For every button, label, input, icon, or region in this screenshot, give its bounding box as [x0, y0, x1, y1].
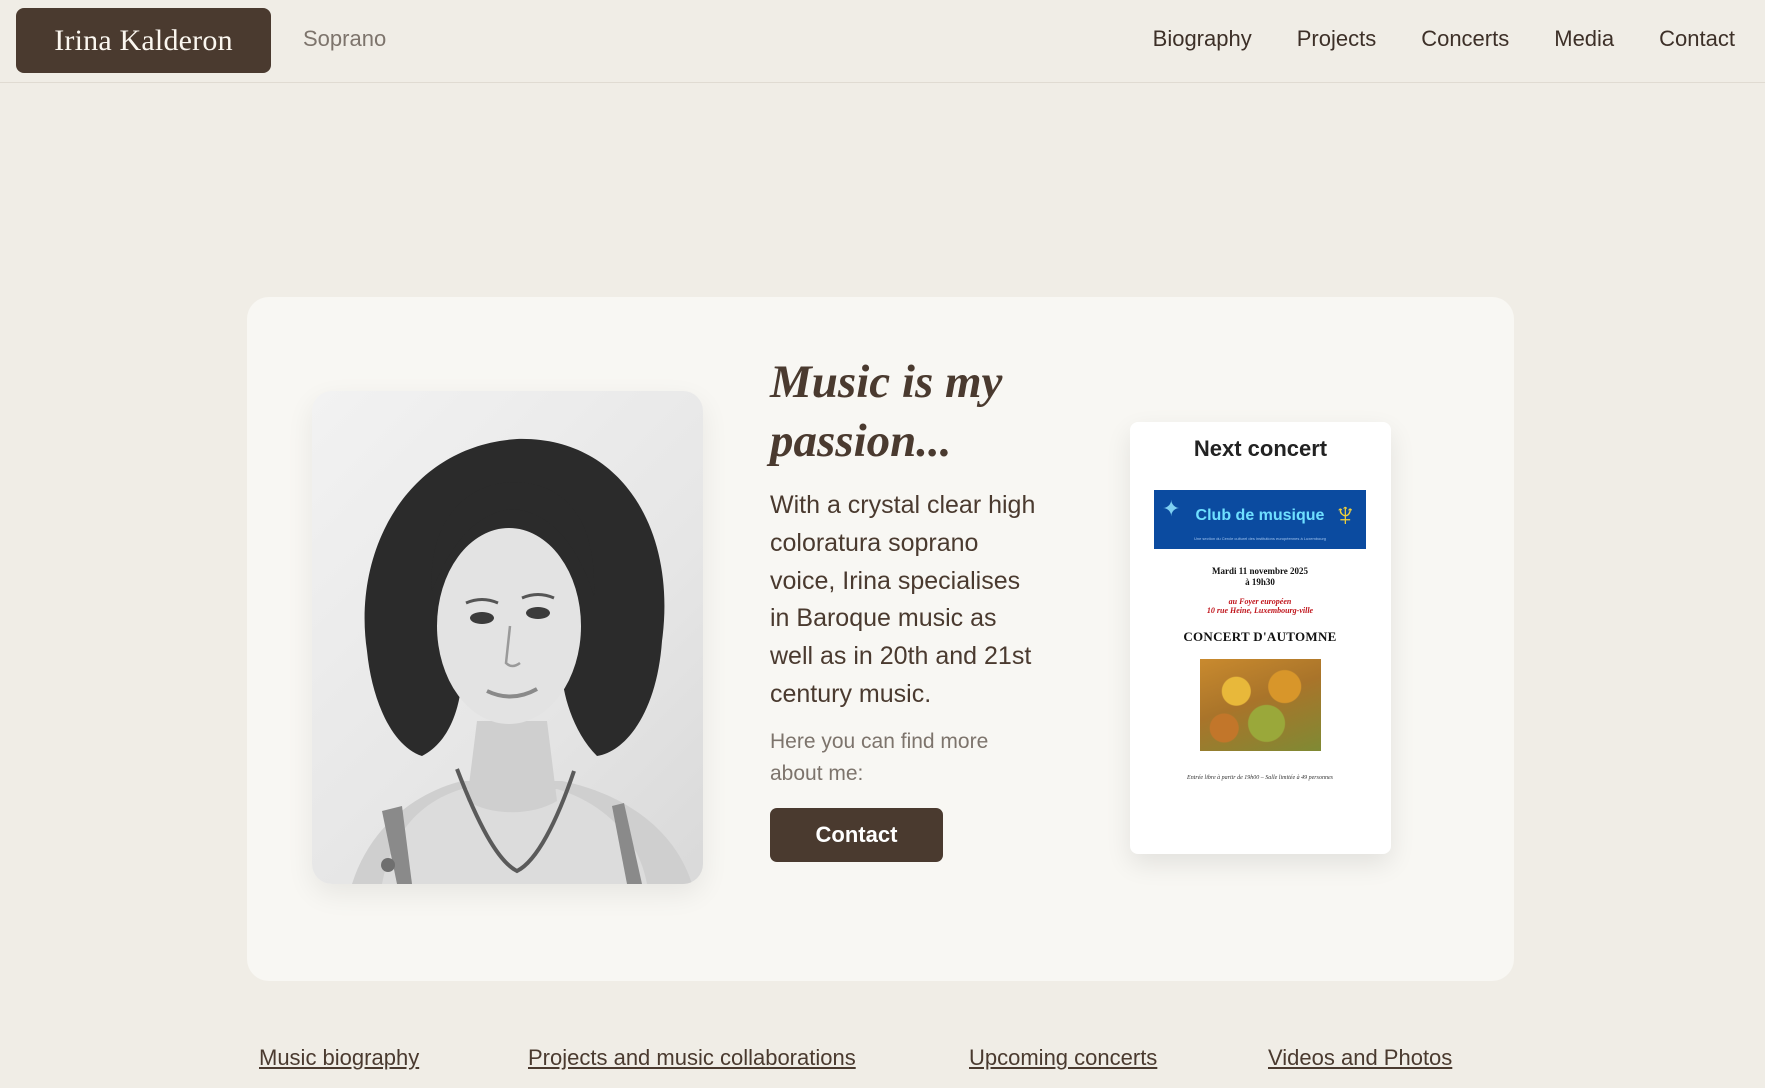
hero-text: Music is my passion... With a crystal cl…: [770, 353, 1040, 862]
bird-icon: ✦: [1162, 496, 1181, 521]
hero-card: Music is my passion... With a crystal cl…: [247, 297, 1514, 981]
hero-headline: Music is my passion...: [770, 356, 1003, 467]
nav-media[interactable]: Media: [1554, 26, 1614, 52]
flyer-date: Mardi 11 novembre 2025 à 19h30: [1211, 566, 1309, 587]
link-videos-photos[interactable]: Videos and Photos: [1268, 1045, 1452, 1071]
concert-flyer[interactable]: ✦ Club de musique ♆ Une section du Cercl…: [1154, 490, 1366, 781]
contact-button[interactable]: Contact: [770, 807, 943, 862]
brand-logo[interactable]: Irina Kalderon: [16, 8, 271, 73]
next-concert-title: Next concert: [1193, 436, 1328, 461]
find-more-text: Here you can find more about me:: [770, 729, 989, 785]
flyer-footer: Entrée libre à partir de 19h00 – Salle l…: [1187, 775, 1333, 781]
flyer-banner-title: Club de musique: [1195, 506, 1325, 524]
flyer-venue: au Foyer européen 10 rue Heine, Luxembou…: [1206, 597, 1314, 615]
nav-biography[interactable]: Biography: [1153, 26, 1252, 52]
portrait-photo: [312, 391, 703, 884]
lyre-icon: ♆: [1332, 496, 1359, 534]
next-concert-card[interactable]: Next concert ✦ Club de musique ♆ Une sec…: [1130, 422, 1391, 854]
site-tagline: Soprano: [303, 26, 387, 51]
link-projects-collaborations[interactable]: Projects and music collaborations: [528, 1045, 856, 1071]
autumn-leaves-photo: [1199, 659, 1321, 751]
flyer-event-title: CONCERT D'AUTOMNE: [1183, 629, 1337, 644]
site-header: Irina Kalderon Soprano Biography Project…: [0, 0, 1765, 83]
link-music-biography[interactable]: Music biography: [259, 1045, 419, 1071]
flyer-banner: ✦ Club de musique ♆ Une section du Cercl…: [1154, 490, 1366, 549]
nav-contact[interactable]: Contact: [1659, 26, 1735, 52]
section-links: Music biography Projects and music colla…: [0, 1045, 1765, 1075]
main-nav: Biography Projects Concerts Media Contac…: [1153, 26, 1735, 52]
flyer-banner-subtitle: Une section du Cercle culturel des insti…: [1193, 536, 1327, 541]
nav-concerts[interactable]: Concerts: [1421, 26, 1509, 52]
nav-projects[interactable]: Projects: [1297, 26, 1376, 52]
hero-description: With a crystal clear high coloratura sop…: [770, 491, 1036, 708]
link-upcoming-concerts[interactable]: Upcoming concerts: [969, 1045, 1157, 1071]
portrait-illustration: [352, 438, 692, 884]
